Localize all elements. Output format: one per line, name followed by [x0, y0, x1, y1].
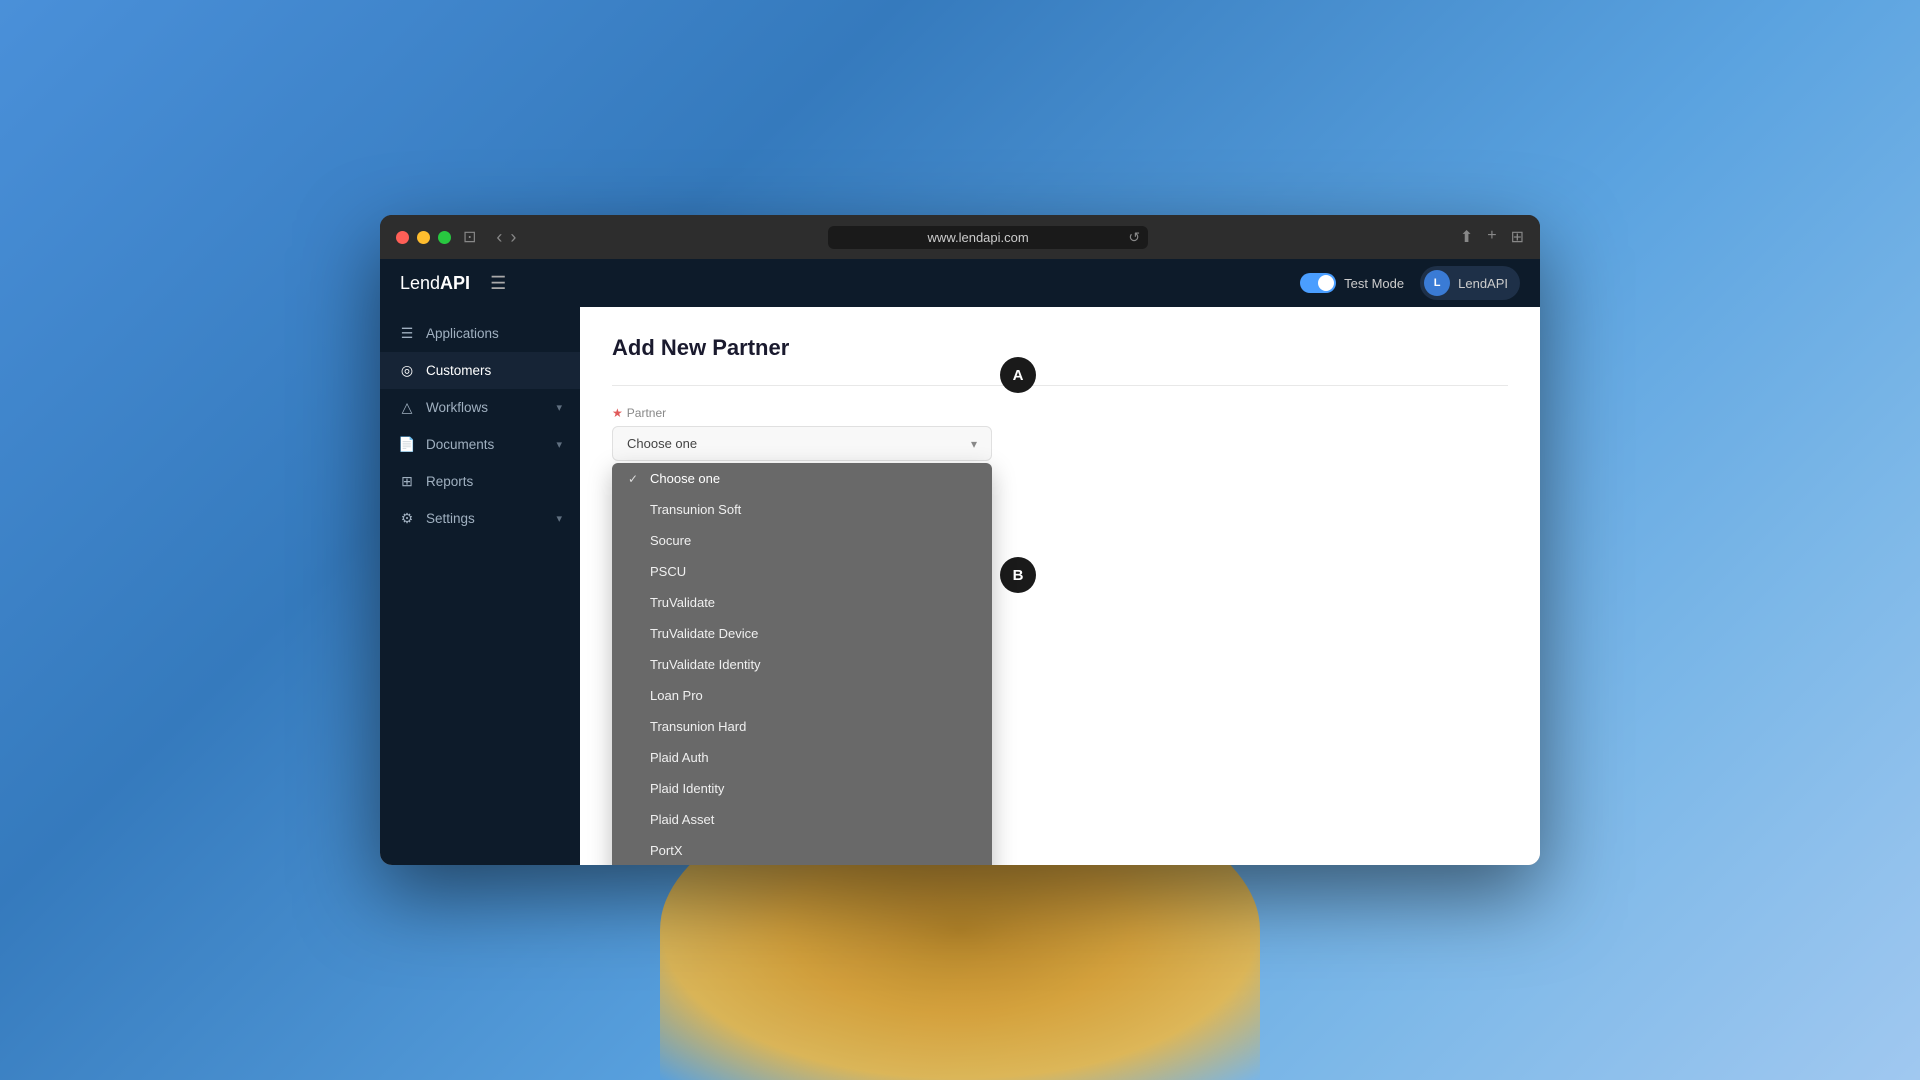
dropdown-item-label: Transunion Soft [650, 502, 976, 517]
sidebar-item-label: Applications [426, 326, 499, 341]
select-placeholder: Choose one [627, 436, 697, 451]
dropdown-item-label: Loan Pro [650, 688, 976, 703]
content-area: Add New Partner ★ Partner Choose one ▾ [580, 307, 1540, 865]
extensions-icon[interactable]: ⊞ [1511, 227, 1524, 247]
partner-field-label: ★ Partner [612, 406, 1508, 420]
test-mode-toggle[interactable]: Test Mode [1300, 273, 1404, 293]
toggle-thumb [1318, 275, 1334, 291]
test-mode-label: Test Mode [1344, 276, 1404, 291]
logo-text: LendAPI [400, 273, 470, 294]
dropdown-item-plaid-auth[interactable]: Plaid Auth [612, 742, 992, 773]
dropdown-item-label: TruValidate Device [650, 626, 976, 641]
page-title: Add New Partner [612, 335, 1508, 361]
minimize-button[interactable] [417, 231, 430, 244]
dropdown-item-pscu[interactable]: PSCU [612, 556, 992, 587]
sidebar-item-label: Settings [426, 511, 475, 526]
user-name: LendAPI [1458, 276, 1508, 291]
reload-button[interactable]: ↺ [1128, 229, 1140, 246]
browser-actions: ⬆ + ⊞ [1460, 227, 1524, 247]
dropdown-item-label: Plaid Auth [650, 750, 976, 765]
app-header: LendAPI ☰ Test Mode L LendAPI [380, 259, 1540, 307]
dropdown-item-plaid-asset[interactable]: Plaid Asset [612, 804, 992, 835]
settings-icon: ⚙ [398, 510, 416, 527]
dropdown-item-loan-pro[interactable]: Loan Pro [612, 680, 992, 711]
documents-icon: 📄 [398, 436, 416, 453]
sidebar-item-label: Documents [426, 437, 494, 452]
dropdown-item-label: PortX [650, 843, 976, 858]
sidebar-item-settings[interactable]: ⚙ Settings ▾ [380, 500, 580, 537]
dropdown-item-label: Plaid Identity [650, 781, 976, 796]
partner-select-wrapper: Choose one ▾ ✓ Choose one [612, 426, 992, 461]
customers-icon: ◎ [398, 362, 416, 379]
sidebar-item-label: Workflows [426, 400, 488, 415]
sidebar-item-customers[interactable]: ◎ Customers [380, 352, 580, 389]
partner-field-section: ★ Partner Choose one ▾ ✓ [612, 406, 1508, 461]
logo: LendAPI ☰ [400, 273, 506, 294]
hamburger-icon[interactable]: ☰ [490, 273, 506, 294]
close-button[interactable] [396, 231, 409, 244]
new-tab-icon[interactable]: + [1487, 227, 1496, 247]
reports-icon: ⊞ [398, 473, 416, 490]
dropdown-item-label: PSCU [650, 564, 976, 579]
dropdown-item-transunion-hard[interactable]: Transunion Hard [612, 711, 992, 742]
partner-dropdown-menu: ✓ Choose one Transunion Soft Socure [612, 463, 992, 865]
chevron-down-icon: ▾ [556, 438, 562, 451]
chevron-down-icon: ▾ [556, 512, 562, 525]
browser-nav-controls: ‹ › [496, 228, 516, 246]
sidebar-item-label: Reports [426, 474, 473, 489]
dropdown-item-label: Transunion Hard [650, 719, 976, 734]
sidebar-item-label: Customers [426, 363, 491, 378]
address-bar: ↺ [528, 226, 1447, 249]
chevron-down-icon: ▾ [971, 437, 977, 451]
dropdown-item-socure[interactable]: Socure [612, 525, 992, 556]
header-right: Test Mode L LendAPI [1300, 266, 1520, 300]
maximize-button[interactable] [438, 231, 451, 244]
form-divider [612, 385, 1508, 386]
partner-select[interactable]: Choose one ▾ [612, 426, 992, 461]
dropdown-item-transunion-soft[interactable]: Transunion Soft [612, 494, 992, 525]
check-icon: ✓ [628, 472, 642, 486]
page-container: Add New Partner ★ Partner Choose one ▾ [580, 307, 1540, 513]
sidebar-item-workflows[interactable]: △ Workflows ▾ [380, 389, 580, 426]
browser-window: ⊡ ‹ › ↺ ⬆ + ⊞ LendAPI ☰ [380, 215, 1540, 865]
sidebar-toggle-icon[interactable]: ⊡ [463, 227, 476, 247]
dropdown-item-label: Choose one [650, 471, 976, 486]
dropdown-item-truvalidate-identity[interactable]: TruValidate Identity [612, 649, 992, 680]
browser-chrome: ⊡ ‹ › ↺ ⬆ + ⊞ [380, 215, 1540, 259]
workflows-icon: △ [398, 399, 416, 416]
dropdown-item-label: TruValidate [650, 595, 976, 610]
share-icon[interactable]: ⬆ [1460, 227, 1473, 247]
sidebar-item-documents[interactable]: 📄 Documents ▾ [380, 426, 580, 463]
dropdown-item-label: Socure [650, 533, 976, 548]
dropdown-item-portx[interactable]: PortX [612, 835, 992, 865]
url-input[interactable] [828, 226, 1148, 249]
annotation-b: B [1000, 557, 1036, 593]
dropdown-item-choose-one[interactable]: ✓ Choose one [612, 463, 992, 494]
main-layout: ☰ Applications ◎ Customers △ Workflows ▾… [380, 307, 1540, 865]
app-window: LendAPI ☰ Test Mode L LendAPI [380, 259, 1540, 865]
partner-label-text: Partner [627, 406, 666, 420]
dropdown-item-truvalidate[interactable]: TruValidate [612, 587, 992, 618]
applications-icon: ☰ [398, 325, 416, 342]
sidebar-item-applications[interactable]: ☰ Applications [380, 315, 580, 352]
required-star: ★ [612, 406, 623, 420]
dropdown-item-truvalidate-device[interactable]: TruValidate Device [612, 618, 992, 649]
dropdown-item-label: TruValidate Identity [650, 657, 976, 672]
annotation-a: A [1000, 357, 1036, 393]
traffic-lights [396, 231, 451, 244]
chevron-down-icon: ▾ [556, 401, 562, 414]
avatar: L [1424, 270, 1450, 296]
forward-button[interactable]: › [510, 228, 516, 246]
sidebar: ☰ Applications ◎ Customers △ Workflows ▾… [380, 307, 580, 865]
dropdown-item-label: Plaid Asset [650, 812, 976, 827]
toggle-track [1300, 273, 1336, 293]
dropdown-item-plaid-identity[interactable]: Plaid Identity [612, 773, 992, 804]
user-badge[interactable]: L LendAPI [1420, 266, 1520, 300]
back-button[interactable]: ‹ [496, 228, 502, 246]
sidebar-item-reports[interactable]: ⊞ Reports [380, 463, 580, 500]
